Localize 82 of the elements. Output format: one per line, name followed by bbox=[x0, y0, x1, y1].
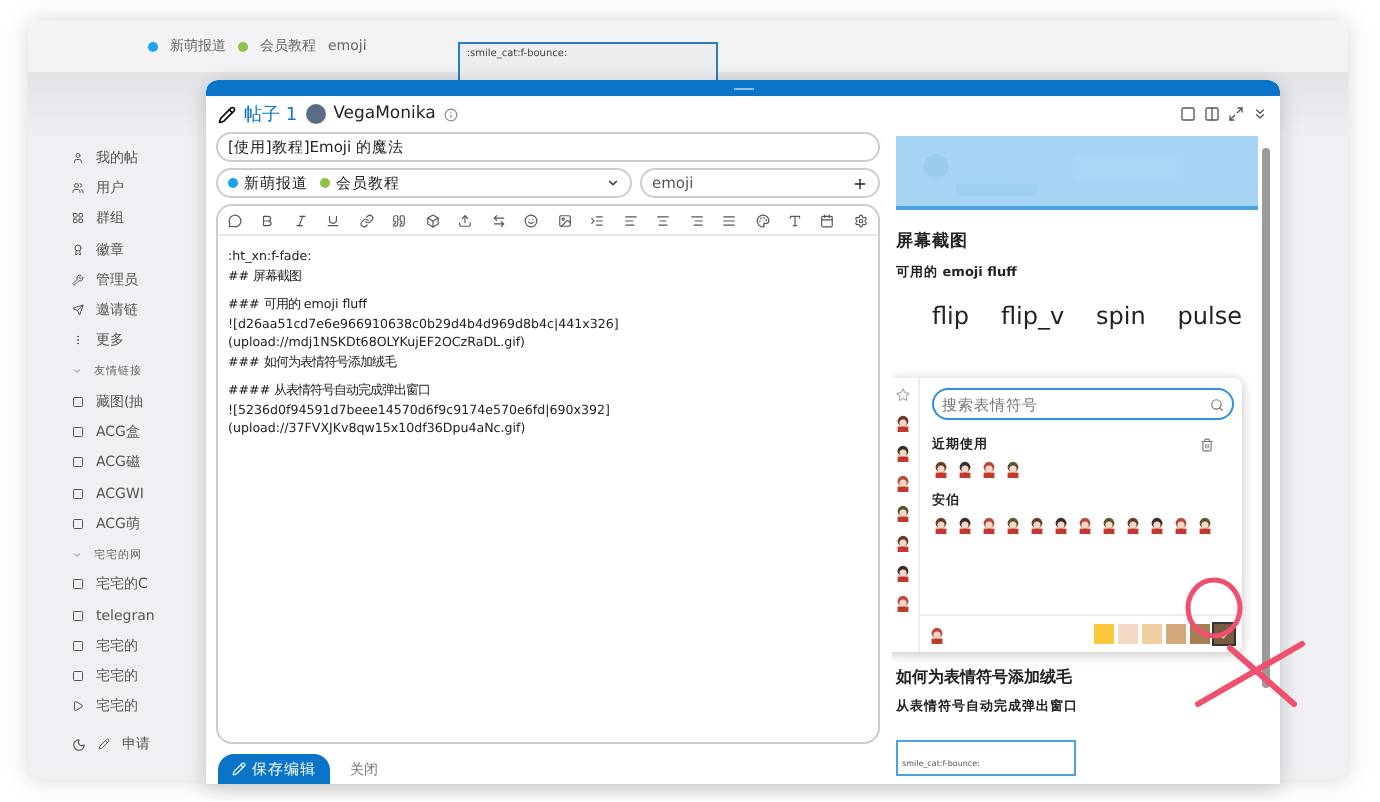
toolbar-button[interactable] bbox=[228, 213, 242, 227]
sticker-icon[interactable] bbox=[932, 460, 950, 478]
sidebar-item-icon bbox=[72, 181, 84, 194]
square-icon bbox=[72, 639, 84, 652]
sticker-icon[interactable] bbox=[956, 516, 974, 534]
plus-icon[interactable] bbox=[852, 175, 868, 191]
square-icon bbox=[72, 670, 84, 683]
effect-label: spin bbox=[1096, 302, 1146, 330]
skin-tone-swatch[interactable] bbox=[1094, 624, 1114, 644]
star-icon[interactable] bbox=[895, 388, 909, 402]
toolbar-button[interactable] bbox=[820, 213, 835, 227]
square-icon bbox=[72, 578, 84, 591]
sticker-icon[interactable] bbox=[1196, 516, 1214, 534]
toolbar-button[interactable] bbox=[590, 213, 605, 227]
toolbar-button[interactable] bbox=[293, 213, 308, 227]
chevron-icon bbox=[72, 549, 82, 560]
effect-label: flip_v bbox=[1000, 302, 1065, 330]
sidebar-item-icon bbox=[72, 273, 84, 286]
expand-icon[interactable] bbox=[1228, 106, 1244, 122]
toolbar-button[interactable] bbox=[557, 213, 572, 227]
sticker-icon[interactable] bbox=[893, 504, 911, 522]
collapse-icon[interactable] bbox=[1252, 106, 1268, 122]
toolbar-button[interactable] bbox=[722, 213, 737, 227]
sticker-icon[interactable] bbox=[893, 564, 911, 582]
sticker-icon[interactable] bbox=[893, 444, 911, 462]
sticker-icon[interactable] bbox=[1052, 516, 1070, 534]
toolbar-button[interactable] bbox=[392, 213, 407, 227]
toolbar-button[interactable] bbox=[491, 213, 506, 227]
username[interactable]: VegaMonika bbox=[333, 104, 436, 124]
skin-tone-swatch[interactable] bbox=[1166, 624, 1186, 644]
square-icon bbox=[72, 395, 84, 408]
toolbar-button[interactable] bbox=[326, 213, 341, 227]
sticker-icon[interactable] bbox=[893, 414, 911, 432]
composer-grip[interactable] bbox=[206, 80, 1280, 96]
sticker-icon[interactable] bbox=[893, 534, 911, 552]
avatar bbox=[305, 104, 326, 124]
search-icon[interactable] bbox=[1210, 397, 1224, 411]
toolbar-button[interactable] bbox=[853, 213, 868, 227]
play-icon bbox=[72, 700, 84, 713]
sticker-icon[interactable] bbox=[1148, 516, 1166, 534]
post-link[interactable]: 帖子 1 bbox=[244, 101, 298, 127]
skin-tone-swatch[interactable] bbox=[1142, 624, 1162, 644]
toolbar-button[interactable] bbox=[458, 213, 473, 227]
columns-icon[interactable] bbox=[1204, 106, 1220, 122]
sticker-icon[interactable] bbox=[956, 460, 974, 478]
effect-label: flip bbox=[931, 302, 969, 330]
toolbar-button[interactable] bbox=[755, 213, 769, 227]
sticker-icon[interactable] bbox=[1004, 460, 1022, 478]
pencil-icon bbox=[232, 762, 246, 776]
sticker-icon[interactable] bbox=[1028, 516, 1046, 534]
pencil-icon bbox=[98, 738, 110, 751]
toolbar-button[interactable] bbox=[359, 213, 374, 227]
info-icon[interactable] bbox=[443, 107, 458, 121]
toolbar-button[interactable] bbox=[689, 213, 704, 227]
square-icon bbox=[72, 487, 84, 500]
preview-heading: 屏幕截图 bbox=[896, 230, 970, 254]
toolbar-button[interactable] bbox=[425, 213, 440, 227]
effect-label: pulse bbox=[1177, 302, 1242, 330]
trash-icon[interactable] bbox=[1200, 438, 1214, 452]
square-icon bbox=[72, 456, 84, 469]
sidebar-item-icon bbox=[72, 243, 84, 256]
toolbar-button[interactable] bbox=[524, 213, 539, 227]
sticker-icon[interactable] bbox=[1004, 516, 1022, 534]
toolbar-button[interactable] bbox=[260, 213, 275, 227]
skin-tone-swatch[interactable] bbox=[1118, 624, 1138, 644]
toolbar-button[interactable] bbox=[787, 213, 802, 227]
sticker-icon[interactable] bbox=[1124, 516, 1142, 534]
square-icon bbox=[72, 426, 84, 439]
square-icon bbox=[72, 517, 84, 530]
square-icon bbox=[72, 609, 84, 621]
chevron-icon bbox=[72, 366, 82, 377]
sidebar-item-icon bbox=[72, 304, 84, 317]
sidebar-item-icon bbox=[72, 212, 84, 225]
caret-icon bbox=[606, 176, 620, 190]
toolbar-button[interactable] bbox=[656, 213, 671, 227]
sticker-icon[interactable] bbox=[1100, 516, 1118, 534]
sticker-icon[interactable] bbox=[932, 516, 950, 534]
sidebar-item-icon bbox=[72, 151, 84, 164]
moon-icon[interactable] bbox=[72, 737, 86, 752]
pencil-icon bbox=[218, 105, 236, 123]
toolbar-button[interactable] bbox=[623, 213, 638, 227]
preview-heading: 如何为表情符号添加绒毛 bbox=[896, 666, 1074, 688]
